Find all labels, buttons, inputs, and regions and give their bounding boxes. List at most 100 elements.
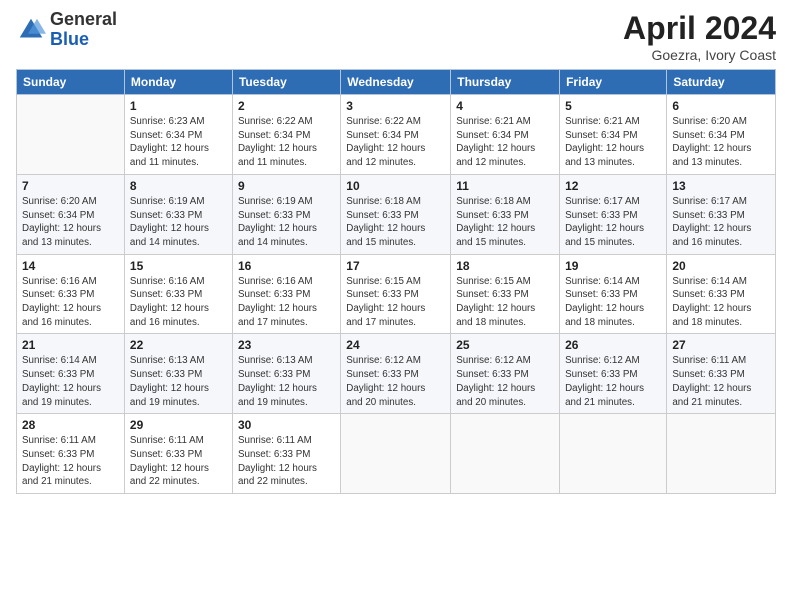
day-number: 20 [672, 259, 770, 273]
day-cell: 8Sunrise: 6:19 AMSunset: 6:33 PMDaylight… [124, 174, 232, 254]
day-cell [341, 414, 451, 494]
day-cell: 14 Sunrise: 6:16 AMSunset: 6:33 PMDayligh… [17, 254, 125, 334]
day-cell: 17 Sunrise: 6:15 AMSunset: 6:33 PMDayligh… [341, 254, 451, 334]
day-info: Sunrise: 6:16 AMSunset: 6:33 PMDaylight:… [22, 275, 119, 330]
day-info: Sunrise: 6:13 AMSunset: 6:33 PMDaylight:… [238, 354, 335, 409]
header-row: Sunday Monday Tuesday Wednesday Thursday… [17, 70, 776, 95]
day-info: Sunrise: 6:12 AMSunset: 6:33 PMDaylight:… [565, 354, 661, 409]
day-cell: 20 Sunrise: 6:14 AMSunset: 6:33 PMDayligh… [667, 254, 776, 334]
day-cell: 19 Sunrise: 6:14 AMSunset: 6:33 PMDayligh… [560, 254, 667, 334]
day-info: Sunrise: 6:20 AMSunset: 6:34 PMDaylight:… [672, 115, 770, 170]
calendar-title: April 2024 [623, 10, 776, 47]
day-info: Sunrise: 6:22 AMSunset: 6:34 PMDaylight:… [346, 115, 445, 170]
day-cell [667, 414, 776, 494]
day-cell: 21 Sunrise: 6:14 AMSunset: 6:33 PMDayligh… [17, 334, 125, 414]
day-info: Sunrise: 6:13 AMSunset: 6:33 PMDaylight:… [130, 354, 227, 409]
logo: General Blue [16, 10, 117, 50]
day-number: 5 [565, 99, 661, 113]
day-info: Sunrise: 6:11 AMSunset: 6:33 PMDaylight:… [238, 434, 335, 489]
day-number: 28 [22, 418, 119, 432]
logo-general: General [50, 10, 117, 30]
header: General Blue April 2024 Goezra, Ivory Co… [16, 10, 776, 63]
day-number: 14 [22, 259, 119, 273]
day-number: 21 [22, 338, 119, 352]
calendar-body: 1Sunrise: 6:23 AMSunset: 6:34 PMDaylight… [17, 95, 776, 494]
calendar-subtitle: Goezra, Ivory Coast [623, 47, 776, 63]
day-cell: 16 Sunrise: 6:16 AMSunset: 6:33 PMDayligh… [232, 254, 340, 334]
day-cell: 24 Sunrise: 6:12 AMSunset: 6:33 PMDayligh… [341, 334, 451, 414]
col-monday: Monday [124, 70, 232, 95]
day-cell: 18 Sunrise: 6:15 AMSunset: 6:33 PMDayligh… [451, 254, 560, 334]
day-cell: 11 Sunrise: 6:18 AMSunset: 6:33 PMDayligh… [451, 174, 560, 254]
day-cell: 28 Sunrise: 6:11 AMSunset: 6:33 PMDayligh… [17, 414, 125, 494]
day-cell: 22 Sunrise: 6:13 AMSunset: 6:33 PMDayligh… [124, 334, 232, 414]
day-number: 6 [672, 99, 770, 113]
day-info: Sunrise: 6:19 AMSunset: 6:33 PMDaylight:… [130, 195, 227, 250]
day-number: 19 [565, 259, 661, 273]
day-info: Sunrise: 6:15 AMSunset: 6:33 PMDaylight:… [346, 275, 445, 330]
day-cell: 4Sunrise: 6:21 AMSunset: 6:34 PMDaylight… [451, 95, 560, 175]
logo-icon [16, 15, 46, 45]
page: General Blue April 2024 Goezra, Ivory Co… [0, 0, 792, 612]
week-row-1: 1Sunrise: 6:23 AMSunset: 6:34 PMDaylight… [17, 95, 776, 175]
day-info: Sunrise: 6:14 AMSunset: 6:33 PMDaylight:… [565, 275, 661, 330]
col-saturday: Saturday [667, 70, 776, 95]
day-info: Sunrise: 6:12 AMSunset: 6:33 PMDaylight:… [456, 354, 554, 409]
calendar-table: Sunday Monday Tuesday Wednesday Thursday… [16, 69, 776, 494]
day-cell: 10Sunrise: 6:18 AMSunset: 6:33 PMDayligh… [341, 174, 451, 254]
day-cell: 5 Sunrise: 6:21 AMSunset: 6:34 PMDaylight… [560, 95, 667, 175]
day-info: Sunrise: 6:21 AMSunset: 6:34 PMDaylight:… [456, 115, 554, 170]
day-number: 30 [238, 418, 335, 432]
day-cell: 26 Sunrise: 6:12 AMSunset: 6:33 PMDayligh… [560, 334, 667, 414]
day-info: Sunrise: 6:20 AMSunset: 6:34 PMDaylight:… [22, 195, 119, 250]
logo-blue: Blue [50, 30, 117, 50]
day-cell [451, 414, 560, 494]
day-number: 15 [130, 259, 227, 273]
day-info: Sunrise: 6:16 AMSunset: 6:33 PMDaylight:… [238, 275, 335, 330]
day-info: Sunrise: 6:15 AMSunset: 6:33 PMDaylight:… [456, 275, 554, 330]
day-info: Sunrise: 6:21 AMSunset: 6:34 PMDaylight:… [565, 115, 661, 170]
day-cell: 29Sunrise: 6:11 AMSunset: 6:33 PMDayligh… [124, 414, 232, 494]
day-number: 12 [565, 179, 661, 193]
day-number: 7 [22, 179, 119, 193]
day-cell: 13Sunrise: 6:17 AMSunset: 6:33 PMDayligh… [667, 174, 776, 254]
day-number: 26 [565, 338, 661, 352]
day-info: Sunrise: 6:18 AMSunset: 6:33 PMDaylight:… [456, 195, 554, 250]
col-friday: Friday [560, 70, 667, 95]
day-info: Sunrise: 6:14 AMSunset: 6:33 PMDaylight:… [672, 275, 770, 330]
day-number: 25 [456, 338, 554, 352]
day-number: 11 [456, 179, 554, 193]
day-number: 29 [130, 418, 227, 432]
day-info: Sunrise: 6:19 AMSunset: 6:33 PMDaylight:… [238, 195, 335, 250]
day-info: Sunrise: 6:12 AMSunset: 6:33 PMDaylight:… [346, 354, 445, 409]
day-number: 18 [456, 259, 554, 273]
day-cell [17, 95, 125, 175]
day-info: Sunrise: 6:16 AMSunset: 6:33 PMDaylight:… [130, 275, 227, 330]
day-cell: 6 Sunrise: 6:20 AMSunset: 6:34 PMDaylight… [667, 95, 776, 175]
day-number: 3 [346, 99, 445, 113]
day-number: 27 [672, 338, 770, 352]
day-info: Sunrise: 6:11 AMSunset: 6:33 PMDaylight:… [672, 354, 770, 409]
day-number: 2 [238, 99, 335, 113]
day-cell: 12Sunrise: 6:17 AMSunset: 6:33 PMDayligh… [560, 174, 667, 254]
day-cell: 3 Sunrise: 6:22 AMSunset: 6:34 PMDaylight… [341, 95, 451, 175]
day-info: Sunrise: 6:22 AMSunset: 6:34 PMDaylight:… [238, 115, 335, 170]
day-number: 22 [130, 338, 227, 352]
day-info: Sunrise: 6:11 AMSunset: 6:33 PMDaylight:… [22, 434, 119, 489]
week-row-5: 28 Sunrise: 6:11 AMSunset: 6:33 PMDayligh… [17, 414, 776, 494]
day-cell: 7 Sunrise: 6:20 AMSunset: 6:34 PMDaylight… [17, 174, 125, 254]
day-cell: 1Sunrise: 6:23 AMSunset: 6:34 PMDaylight… [124, 95, 232, 175]
day-number: 16 [238, 259, 335, 273]
day-number: 1 [130, 99, 227, 113]
day-cell [560, 414, 667, 494]
col-wednesday: Wednesday [341, 70, 451, 95]
day-cell: 23 Sunrise: 6:13 AMSunset: 6:33 PMDayligh… [232, 334, 340, 414]
calendar-header: Sunday Monday Tuesday Wednesday Thursday… [17, 70, 776, 95]
week-row-3: 14 Sunrise: 6:16 AMSunset: 6:33 PMDayligh… [17, 254, 776, 334]
day-number: 17 [346, 259, 445, 273]
day-number: 24 [346, 338, 445, 352]
day-number: 23 [238, 338, 335, 352]
day-info: Sunrise: 6:18 AMSunset: 6:33 PMDaylight:… [346, 195, 445, 250]
day-number: 13 [672, 179, 770, 193]
day-info: Sunrise: 6:14 AMSunset: 6:33 PMDaylight:… [22, 354, 119, 409]
